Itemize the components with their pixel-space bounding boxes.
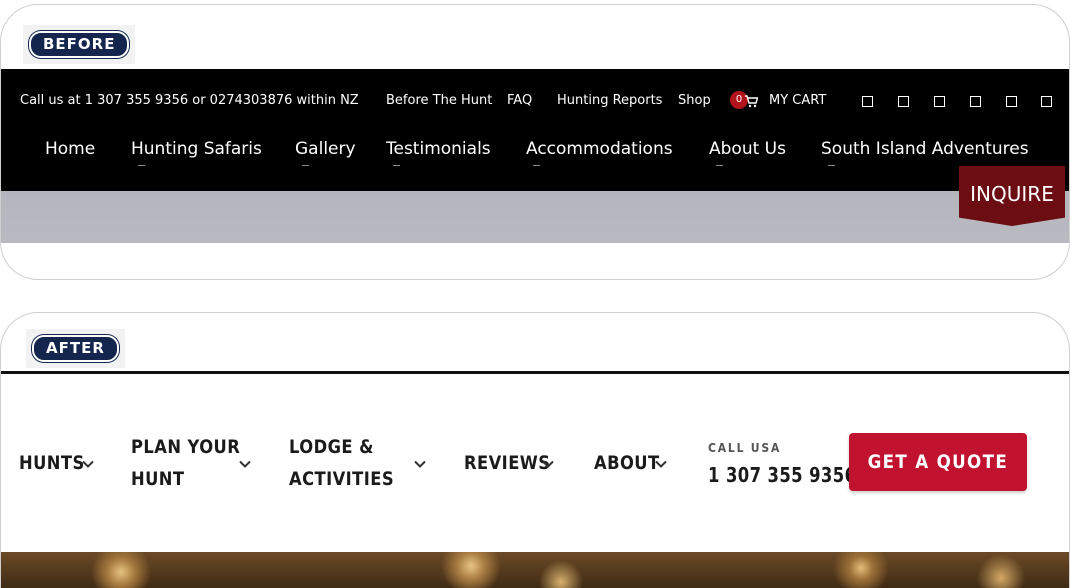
link-hunting-reports[interactable]: Hunting Reports — [557, 93, 662, 108]
cart-icon[interactable] — [744, 95, 759, 112]
social-icon-1[interactable] — [862, 96, 873, 107]
after-panel: AFTER HUNTS PLAN YOUR HUNT LODGE & ACTIVIT… — [0, 312, 1070, 588]
dropdown-indicator — [828, 165, 835, 166]
nav-plan-label: PLAN YOUR HUNT — [131, 431, 240, 495]
nav-accommodations[interactable]: Accommodations — [526, 139, 673, 166]
get-a-quote-button[interactable]: GET A QUOTE — [849, 433, 1027, 491]
social-icon-4[interactable] — [970, 96, 981, 107]
link-shop[interactable]: Shop — [678, 93, 711, 108]
before-main-nav: Home Hunting Safaris Gallery Testimonial… — [1, 139, 1069, 169]
before-header: Call us at 1 307 355 9356 or 0274303876 … — [1, 69, 1069, 191]
dropdown-indicator — [533, 165, 540, 166]
nav-reviews-label: REVIEWS — [464, 447, 550, 479]
after-hero-image — [1, 552, 1069, 588]
nav-about-us[interactable]: About Us — [709, 139, 786, 166]
chevron-down-icon — [413, 457, 427, 471]
nav-plan-line1: PLAN YOUR — [131, 436, 241, 458]
inquire-button[interactable]: INQUIRE — [959, 166, 1065, 226]
before-tag-wrap: BEFORE — [23, 25, 136, 64]
link-faq[interactable]: FAQ — [507, 93, 532, 108]
nav-about-text: ABOUT — [594, 452, 660, 474]
nav-about-label: ABOUT — [594, 447, 660, 479]
nav-plan-line2: HUNT — [131, 468, 185, 490]
nav-south-island-label: South Island Adventures — [821, 139, 1029, 159]
nav-testimonials-label: Testimonials — [386, 139, 491, 159]
nav-lodge-label: LODGE & ACTIVITIES — [289, 431, 394, 495]
before-panel: BEFORE Call us at 1 307 355 9356 or 0274… — [0, 4, 1070, 280]
dropdown-indicator — [302, 165, 309, 166]
social-icon-6[interactable] — [1041, 96, 1052, 107]
nav-lodge-line2: ACTIVITIES — [289, 468, 395, 490]
dropdown-indicator — [393, 165, 400, 166]
nav-gallery-label: Gallery — [295, 139, 356, 159]
nav-hunts-text: HUNTS — [19, 452, 85, 474]
nav-south-island[interactable]: South Island Adventures — [821, 139, 1029, 166]
nav-about-us-label: About Us — [709, 139, 786, 159]
chevron-down-icon — [541, 457, 555, 471]
social-icon-3[interactable] — [934, 96, 945, 107]
dropdown-indicator — [138, 165, 145, 166]
header-top-rule — [1, 371, 1069, 374]
after-tag-wrap: AFTER — [26, 329, 125, 368]
after-main-nav: HUNTS PLAN YOUR HUNT LODGE & ACTIVITIES RE… — [1, 375, 1069, 555]
before-hero-image — [1, 191, 1069, 243]
chevron-down-icon — [654, 457, 668, 471]
nav-accommodations-label: Accommodations — [526, 139, 673, 159]
dropdown-indicator — [716, 165, 723, 166]
before-tag: BEFORE — [29, 31, 130, 58]
call-text: Call us at 1 307 355 9356 or 0274303876 … — [20, 93, 359, 108]
my-cart-link[interactable]: MY CART — [769, 93, 826, 108]
social-icon-5[interactable] — [1006, 96, 1017, 107]
chevron-down-icon — [81, 457, 95, 471]
nav-reviews-text: REVIEWS — [464, 452, 551, 474]
nav-home[interactable]: Home — [45, 139, 95, 159]
after-tag: AFTER — [32, 335, 119, 362]
nav-lodge-line1: LODGE & — [289, 436, 374, 458]
call-usa-label: CALL USA — [708, 441, 782, 455]
nav-testimonials[interactable]: Testimonials — [386, 139, 491, 166]
link-before-the-hunt[interactable]: Before The Hunt — [386, 93, 492, 108]
nav-hunts-label: HUNTS — [19, 447, 85, 479]
call-phone-number[interactable]: 1 307 355 9356 — [708, 463, 856, 487]
social-icon-2[interactable] — [898, 96, 909, 107]
chevron-down-icon — [238, 457, 252, 471]
get-a-quote-label: GET A QUOTE — [867, 451, 1009, 473]
nav-hunting-safaris[interactable]: Hunting Safaris — [131, 139, 262, 166]
nav-gallery[interactable]: Gallery — [295, 139, 356, 166]
nav-hunting-safaris-label: Hunting Safaris — [131, 139, 262, 159]
nav-home-label: Home — [45, 139, 96, 159]
utility-bar: Call us at 1 307 355 9356 or 0274303876 … — [1, 89, 1069, 113]
